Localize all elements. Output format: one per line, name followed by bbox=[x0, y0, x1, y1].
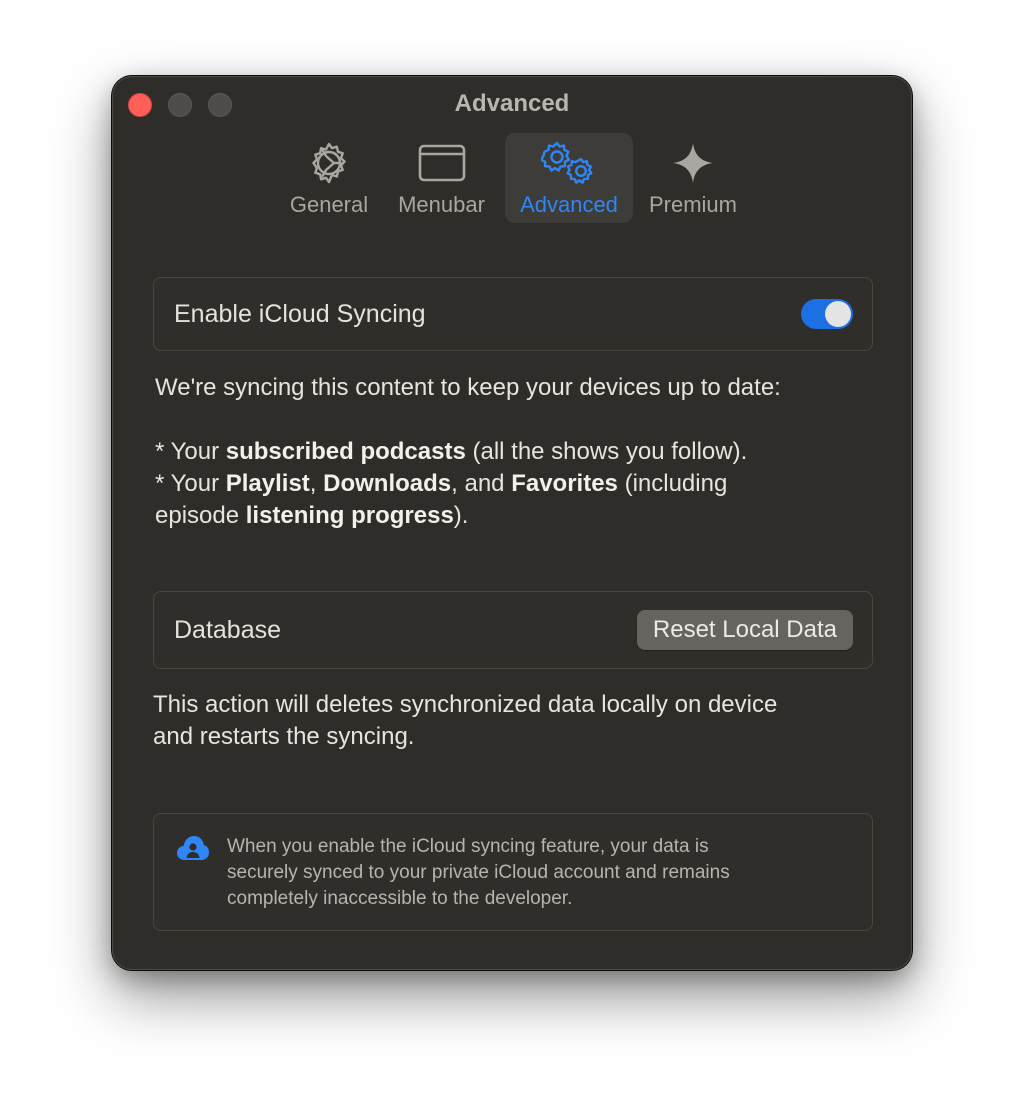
icloud-sync-group: Enable iCloud Syncing bbox=[153, 277, 873, 351]
sync-description: We're syncing this content to keep your … bbox=[155, 372, 895, 532]
reset-local-data-button[interactable]: Reset Local Data bbox=[636, 610, 853, 650]
tab-label: Menubar bbox=[398, 192, 485, 217]
tab-label: General bbox=[289, 192, 369, 217]
tab-general[interactable]: General bbox=[280, 133, 378, 223]
gears-icon bbox=[541, 141, 597, 185]
sync-item-podcasts: * Your subscribed podcasts (all the show… bbox=[155, 438, 748, 465]
tab-premium[interactable]: Premium bbox=[633, 133, 753, 223]
tab-advanced[interactable]: Advanced bbox=[505, 133, 633, 223]
icloud-sync-toggle[interactable] bbox=[801, 299, 853, 329]
window-title: Advanced bbox=[454, 90, 570, 117]
gear-icon bbox=[307, 141, 351, 185]
sync-item-playlist: * Your Playlist, Downloads, and Favorite… bbox=[155, 470, 728, 497]
window-icon bbox=[418, 141, 466, 185]
sync-item-progress: episode listening progress). bbox=[155, 502, 469, 529]
privacy-notice-text: When you enable the iCloud syncing featu… bbox=[227, 836, 730, 909]
icloud-sync-label: Enable iCloud Syncing bbox=[174, 299, 426, 328]
preferences-tabs: General Menubar Advanced Premium bbox=[280, 133, 753, 223]
database-label: Database bbox=[174, 615, 282, 644]
sparkle-icon bbox=[671, 141, 715, 185]
preferences-window: Advanced General Menubar Advanced Premiu… bbox=[112, 76, 912, 970]
tab-label: Premium bbox=[648, 192, 737, 217]
toggle-knob bbox=[825, 301, 851, 327]
database-description: This action will deletes synchronized da… bbox=[153, 691, 778, 750]
tab-label: Advanced bbox=[520, 192, 618, 217]
database-group: Database Reset Local Data bbox=[153, 591, 873, 669]
icloud-person-icon bbox=[176, 834, 210, 862]
tab-menubar[interactable]: Menubar bbox=[378, 133, 505, 223]
privacy-notice: When you enable the iCloud syncing featu… bbox=[153, 813, 873, 931]
sync-intro: We're syncing this content to keep your … bbox=[155, 374, 781, 401]
